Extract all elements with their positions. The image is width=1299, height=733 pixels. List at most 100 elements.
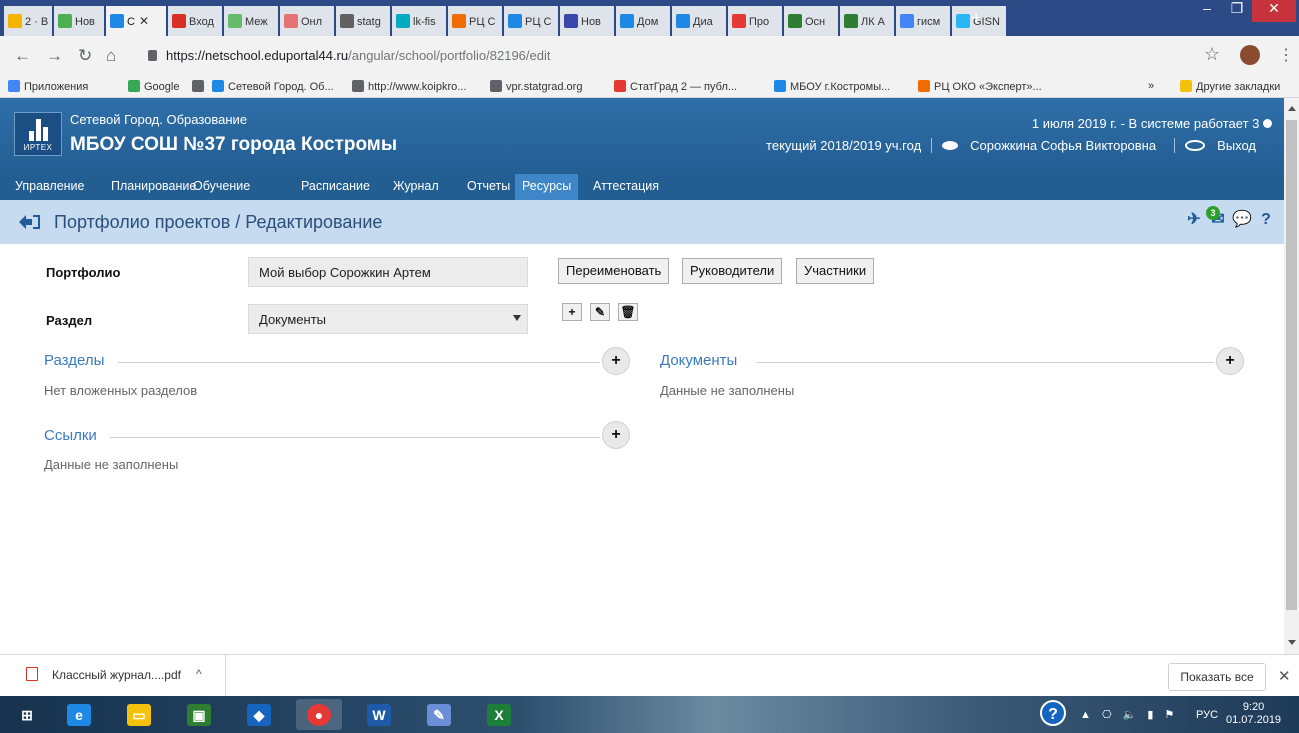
ie-taskbar-button[interactable]: e	[56, 699, 102, 730]
add-link-button[interactable]: +	[602, 421, 630, 449]
menu-item[interactable]: Ресурсы	[515, 174, 579, 200]
tab-close-icon[interactable]: ✕	[139, 14, 149, 28]
minimize-icon[interactable]: –	[1192, 0, 1222, 22]
bookmark-item[interactable]: http://www.koipkro...	[352, 80, 466, 93]
bookmark-item[interactable]: МБОУ г.Костромы...	[774, 80, 890, 93]
browser-tab[interactable]: lk-fis	[392, 6, 446, 36]
portfolio-name-field: Мой выбор Сорожкин Артем	[248, 257, 528, 287]
page-scrollbar[interactable]	[1284, 98, 1299, 654]
back-icon[interactable]	[18, 214, 40, 230]
chevron-up-icon[interactable]: ^	[196, 667, 202, 681]
section-select[interactable]: Документы	[248, 304, 528, 334]
browser-tab[interactable]: гисм	[896, 6, 950, 36]
show-all-downloads-button[interactable]: Показать все	[1168, 663, 1266, 691]
tab-label: ЛК А	[861, 16, 886, 28]
menu-item[interactable]: Расписание	[294, 174, 377, 200]
start-button[interactable]: ⊞	[4, 699, 50, 730]
logout-link[interactable]: Выход	[1177, 138, 1272, 153]
chat-icon[interactable]: 💬	[1232, 210, 1252, 230]
school-year[interactable]: текущий 2018/2019 уч.год	[758, 138, 929, 153]
delete-section-button[interactable]: 🗑	[618, 303, 638, 321]
browser-tab[interactable]: 2 · В	[4, 6, 52, 36]
back-arrow-icon[interactable]: ←	[14, 46, 31, 66]
help-tray-icon[interactable]: ?	[1040, 700, 1066, 726]
browser-tab[interactable]: Осн	[784, 6, 838, 36]
browser-tab[interactable]: ЛК А	[840, 6, 894, 36]
browser-tab[interactable]: Онл	[280, 6, 334, 36]
browser-tab[interactable]: Вход	[168, 6, 222, 36]
scroll-up-icon[interactable]	[1288, 106, 1296, 111]
bookmark-item[interactable]: Google	[128, 80, 179, 93]
bookmark-star-icon[interactable]: ☆	[1204, 44, 1220, 65]
excel-taskbar-button[interactable]: X	[476, 699, 522, 730]
bookmark-label: http://www.koipkro...	[368, 81, 467, 93]
clock[interactable]: 9:20 01.07.2019	[1226, 701, 1281, 727]
logo[interactable]: ИРТЕХ	[14, 112, 62, 156]
menu-item[interactable]: Обучение	[186, 174, 257, 200]
bookmark-item[interactable]: СтатГрад 2 — публ...	[614, 80, 737, 93]
bookmark-item[interactable]: vpr.statgrad.org	[490, 80, 582, 93]
language-indicator[interactable]: РУС	[1196, 709, 1218, 721]
browser-tab[interactable]: Меж	[224, 6, 278, 36]
help-icon[interactable]: ?	[1256, 210, 1276, 230]
url-text: https://netschool.eduportal44.ru/angular…	[166, 48, 551, 63]
megaphone-icon[interactable]: ✈	[1184, 210, 1204, 230]
chrome-taskbar-button[interactable]: ●	[296, 699, 342, 730]
tray-icons[interactable]: ▲ ⎔ 🔈 ▮ ⚑	[1080, 708, 1178, 721]
bookmark-item[interactable]: РЦ ОКО «Эксперт»...	[918, 80, 1042, 93]
menu-item[interactable]: Журнал	[386, 174, 446, 200]
browser-tab[interactable]: Диа	[672, 6, 726, 36]
dropbox-taskbar-button[interactable]: ◆	[236, 699, 282, 730]
tab-label: lk-fis	[413, 16, 436, 28]
scroll-down-icon[interactable]	[1288, 640, 1296, 645]
bookmarks-more[interactable]: »	[1148, 80, 1154, 92]
avatar[interactable]	[1240, 45, 1260, 65]
other-bookmarks[interactable]: Другие закладки	[1180, 80, 1280, 93]
word-taskbar-button[interactable]: W	[356, 699, 402, 730]
menu-item[interactable]: Аттестация	[586, 174, 666, 200]
close-window-icon[interactable]: ✕	[1252, 0, 1296, 22]
main-menu: Управление Планирование Обучение Расписание…	[0, 174, 1284, 200]
reload-icon[interactable]: ↻	[78, 46, 92, 66]
paint-taskbar-button[interactable]: ✎	[416, 699, 462, 730]
add-document-button[interactable]: +	[1216, 347, 1244, 375]
browser-tab[interactable]: С ✕	[106, 6, 166, 36]
store-taskbar-button[interactable]: ▣	[176, 699, 222, 730]
new-tab-button[interactable]: +	[971, 8, 982, 29]
current-user[interactable]: Сорожкина Софья Викторовна	[934, 138, 1172, 153]
browser-tab[interactable]: Нов	[54, 6, 104, 36]
chevron-down-icon	[513, 315, 521, 321]
browser-tab[interactable]: Дом	[616, 6, 670, 36]
add-section-button[interactable]: +	[562, 303, 582, 321]
close-icon[interactable]: ✕	[1278, 667, 1291, 685]
browser-tab[interactable]: Нов	[560, 6, 614, 36]
edit-section-button[interactable]: ✎	[590, 303, 610, 321]
bookmark-item[interactable]: Сетевой Город. Об...	[212, 80, 334, 93]
browser-tab[interactable]: РЦ С	[504, 6, 558, 36]
favicon-icon	[676, 14, 690, 28]
browser-tab[interactable]: statg	[336, 6, 390, 36]
maximize-icon[interactable]: ❐	[1222, 0, 1252, 22]
home-icon[interactable]: ⌂	[106, 46, 116, 66]
explorer-taskbar-button[interactable]: ▭	[116, 699, 162, 730]
chrome-icon: ●	[307, 704, 331, 726]
forward-arrow-icon[interactable]: →	[46, 46, 63, 66]
rename-button[interactable]: Переименовать	[558, 258, 670, 284]
header-user-row: текущий 2018/2019 уч.год Сорожкина Софья…	[758, 138, 1272, 153]
browser-tab[interactable]: Про	[728, 6, 782, 36]
url-input[interactable]: https://netschool.eduportal44.ru/angular…	[136, 42, 1196, 70]
mail-icon[interactable]: ✉ 3	[1206, 206, 1228, 230]
bookmark-label: Google	[144, 81, 180, 93]
menu-item[interactable]: Управление	[8, 174, 92, 200]
managers-button[interactable]: Руководители	[682, 258, 783, 284]
menu-item[interactable]: Отчеты	[460, 174, 517, 200]
kebab-menu-icon[interactable]: ⋮	[1278, 45, 1294, 65]
bookmark-item[interactable]: Приложения	[8, 80, 88, 93]
bookmark-item[interactable]	[192, 80, 208, 93]
add-subsection-button[interactable]: +	[602, 347, 630, 375]
divider	[756, 362, 1214, 363]
download-item[interactable]: Классный журнал....pdf ^	[0, 655, 226, 697]
browser-tab[interactable]: РЦ С	[448, 6, 502, 36]
participants-button[interactable]: Участники	[796, 258, 875, 284]
scroll-thumb[interactable]	[1286, 120, 1297, 610]
